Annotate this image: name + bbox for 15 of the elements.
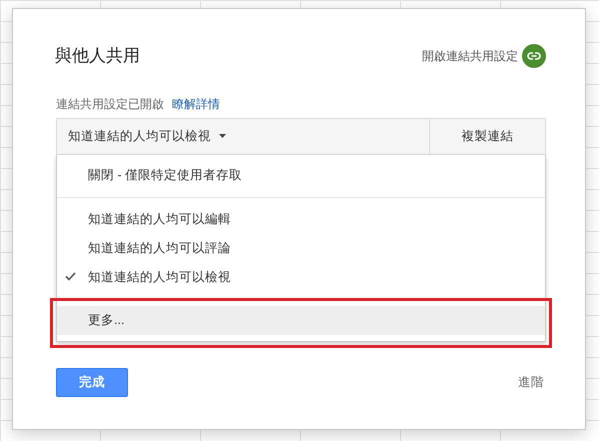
menu-item[interactable]: 知道連結的人均可以編輯	[57, 204, 545, 234]
link-icon	[527, 52, 541, 60]
caret-icon	[219, 134, 226, 138]
dialog-title: 與他人共用	[55, 45, 140, 67]
menu-item[interactable]: 知道連結的人均可以檢視	[57, 262, 545, 292]
menu-item[interactable]: 更多...	[57, 306, 545, 334]
access-dropdown[interactable]: 知道連結的人均可以檢視	[57, 118, 429, 154]
copy-link-button[interactable]: 複製連結	[429, 118, 545, 154]
status-text: 連結共用設定已開啟	[56, 96, 164, 112]
advanced-link[interactable]: 進階	[518, 372, 544, 392]
menu-item[interactable]: 知道連結的人均可以評論	[57, 234, 545, 262]
menu-item[interactable]: 關閉 - 僅限特定使用者存取	[57, 160, 545, 190]
link-sharing-label: 開啟連結共用設定	[422, 48, 518, 65]
link-sharing-button[interactable]	[522, 44, 546, 68]
learn-more-link[interactable]: 瞭解詳情	[172, 94, 220, 112]
